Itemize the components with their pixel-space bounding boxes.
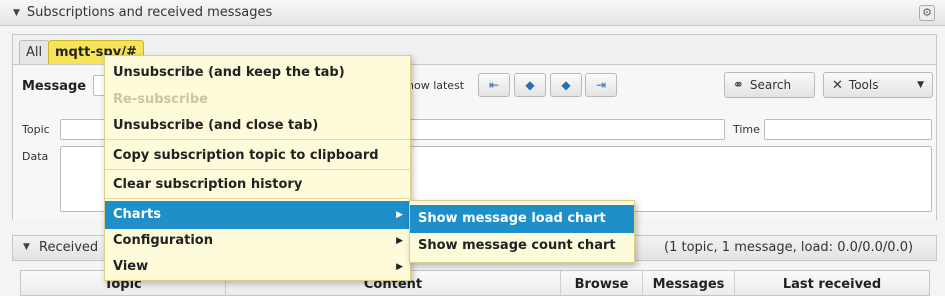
- submenu-arrow-icon: ▶: [396, 236, 403, 246]
- message-label: Message: [22, 79, 87, 94]
- collapse-triangle-icon[interactable]: ▼: [13, 8, 20, 18]
- dropdown-arrow-icon: ▼: [917, 80, 924, 90]
- received-stats: (1 topic, 1 message, load: 0.0/0.0/0.0): [664, 240, 914, 255]
- next-message-button[interactable]: ◆: [550, 73, 582, 97]
- binoculars-icon: ⚭: [733, 77, 744, 93]
- previous-icon: ◆: [525, 78, 535, 92]
- subscriptions-title: Subscriptions and received messages: [26, 5, 273, 20]
- search-button-label: Search: [749, 78, 792, 92]
- subscription-context-menu: Unsubscribe (and keep the tab) Re-subscr…: [104, 55, 411, 281]
- search-button[interactable]: ⚭ Search: [724, 72, 815, 98]
- menu-item-unsubscribe-close-tab[interactable]: Unsubscribe (and close tab): [105, 112, 410, 140]
- column-last-received[interactable]: Last received: [735, 271, 929, 296]
- tab-all[interactable]: All: [19, 40, 50, 65]
- menu-item-configuration-label: Configuration: [113, 233, 213, 248]
- data-label: Data: [22, 150, 49, 163]
- submenu-arrow-icon: ▶: [396, 210, 403, 220]
- subscriptions-title-bar[interactable]: ▼ Subscriptions and received messages: [0, 0, 945, 26]
- gear-icon[interactable]: ⚙: [919, 5, 935, 21]
- menu-item-view-label: View: [113, 259, 149, 274]
- menu-item-show-count-chart[interactable]: Show message count chart: [410, 232, 634, 260]
- show-latest-label: how latest: [407, 79, 465, 92]
- menu-item-copy-topic[interactable]: Copy subscription topic to clipboard: [105, 142, 410, 170]
- menu-item-charts[interactable]: Charts ▶: [105, 201, 410, 229]
- previous-message-button[interactable]: ◆: [514, 73, 546, 97]
- menu-item-show-load-chart[interactable]: Show message load chart: [410, 205, 634, 233]
- menu-item-view[interactable]: View ▶: [105, 253, 410, 281]
- charts-submenu: Show message load chart Show message cou…: [409, 200, 635, 263]
- submenu-arrow-icon: ▶: [396, 262, 403, 272]
- menu-separator: [105, 139, 410, 140]
- menu-separator: [105, 198, 410, 199]
- menu-item-configuration[interactable]: Configuration ▶: [105, 227, 410, 255]
- menu-item-charts-label: Charts: [113, 207, 161, 222]
- menu-item-unsubscribe-keep-tab[interactable]: Unsubscribe (and keep the tab): [105, 59, 410, 87]
- column-messages[interactable]: Messages: [643, 271, 735, 296]
- tools-icon: ✕: [832, 77, 843, 93]
- last-message-button[interactable]: ⇥: [585, 73, 617, 97]
- menu-item-resubscribe: Re-subscribe: [113, 92, 208, 107]
- next-icon: ◆: [561, 78, 571, 92]
- menu-separator: [105, 169, 410, 170]
- last-icon: ⇥: [595, 78, 607, 92]
- first-icon: ⇤: [488, 78, 500, 92]
- first-message-button[interactable]: ⇤: [478, 73, 510, 97]
- tools-button[interactable]: ✕ Tools ▼: [823, 72, 933, 98]
- collapse-triangle-icon[interactable]: ▼: [23, 242, 30, 252]
- time-field[interactable]: [764, 119, 932, 140]
- menu-item-clear-history[interactable]: Clear subscription history: [105, 171, 410, 199]
- received-title: Received: [39, 240, 99, 255]
- time-label: Time: [733, 123, 760, 136]
- tools-button-label: Tools: [848, 78, 879, 92]
- topic-label: Topic: [22, 123, 50, 136]
- column-browse[interactable]: Browse: [561, 271, 643, 296]
